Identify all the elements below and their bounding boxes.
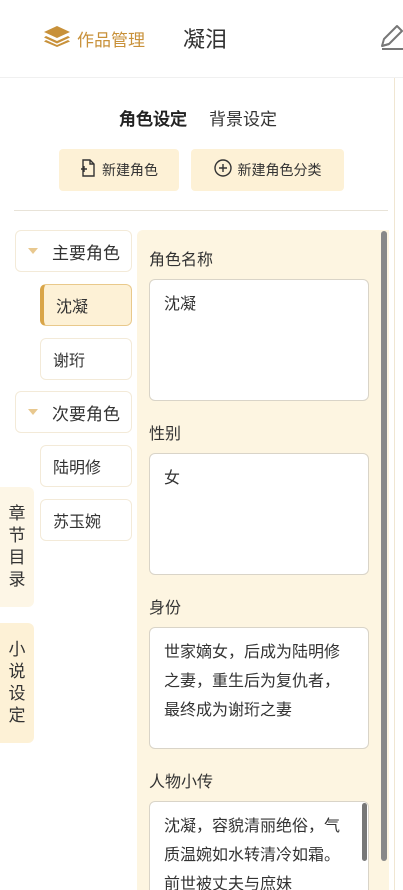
category-secondary-roles[interactable]: 次要角色 (15, 391, 132, 433)
side-tab-label: 小说设定 (8, 640, 26, 726)
category-label: 次要角色 (52, 404, 120, 425)
layers-icon (43, 25, 71, 51)
side-tab-chapter-toc[interactable]: 章节目录 (0, 487, 34, 607)
role-name-field[interactable]: 沈凝 (149, 279, 369, 401)
panel-scrollbar[interactable] (381, 231, 387, 861)
novel-title: 凝泪 (183, 28, 228, 53)
edit-pencil-icon[interactable] (378, 22, 403, 52)
category-main-roles[interactable]: 主要角色 (15, 230, 132, 272)
works-management-button[interactable]: 作品管理 (43, 24, 145, 52)
category-label: 主要角色 (52, 243, 120, 264)
side-tab-novel-settings[interactable]: 小说设定 (0, 623, 34, 743)
tab-role-settings[interactable]: 角色设定 (119, 105, 187, 130)
new-role-label: 新建角色 (102, 163, 158, 179)
new-role-button[interactable]: 新建角色 (59, 149, 179, 191)
new-role-category-label: 新建角色分类 (237, 163, 322, 179)
identity-field[interactable]: 世家嫡女，后成为陆明修之妻，重生后为复仇者，最终成为谢珩之妻 (149, 627, 369, 749)
role-item[interactable]: 陆明修 (40, 445, 132, 487)
role-name-label: 角色名称 (149, 250, 214, 269)
section-divider (14, 210, 388, 211)
top-header: 作品管理 凝泪 (0, 0, 403, 78)
role-item[interactable]: 谢珩 (40, 338, 132, 380)
bio-field-scrollbar[interactable] (362, 803, 367, 861)
gender-label: 性别 (149, 424, 182, 443)
new-role-category-button[interactable]: 新建角色分类 (191, 149, 344, 191)
right-divider (394, 78, 395, 890)
tab-background-settings[interactable]: 背景设定 (209, 105, 277, 130)
bio-label: 人物小传 (149, 772, 214, 791)
side-tab-label: 章节目录 (8, 504, 26, 590)
role-item-selected[interactable]: 沈凝 (40, 284, 132, 326)
caret-down-icon (28, 248, 38, 254)
identity-label: 身份 (149, 598, 182, 617)
role-item[interactable]: 苏玉婉 (40, 499, 132, 541)
works-management-label: 作品管理 (77, 30, 145, 51)
gender-field[interactable]: 女 (149, 453, 369, 575)
plus-circle-icon (213, 159, 232, 181)
new-file-icon (80, 159, 96, 181)
bio-field[interactable]: 沈凝，容貌清丽绝俗，气质温婉如水转清冷如霜。前世被丈夫与庶妹 (149, 801, 369, 890)
caret-down-icon (28, 409, 38, 415)
